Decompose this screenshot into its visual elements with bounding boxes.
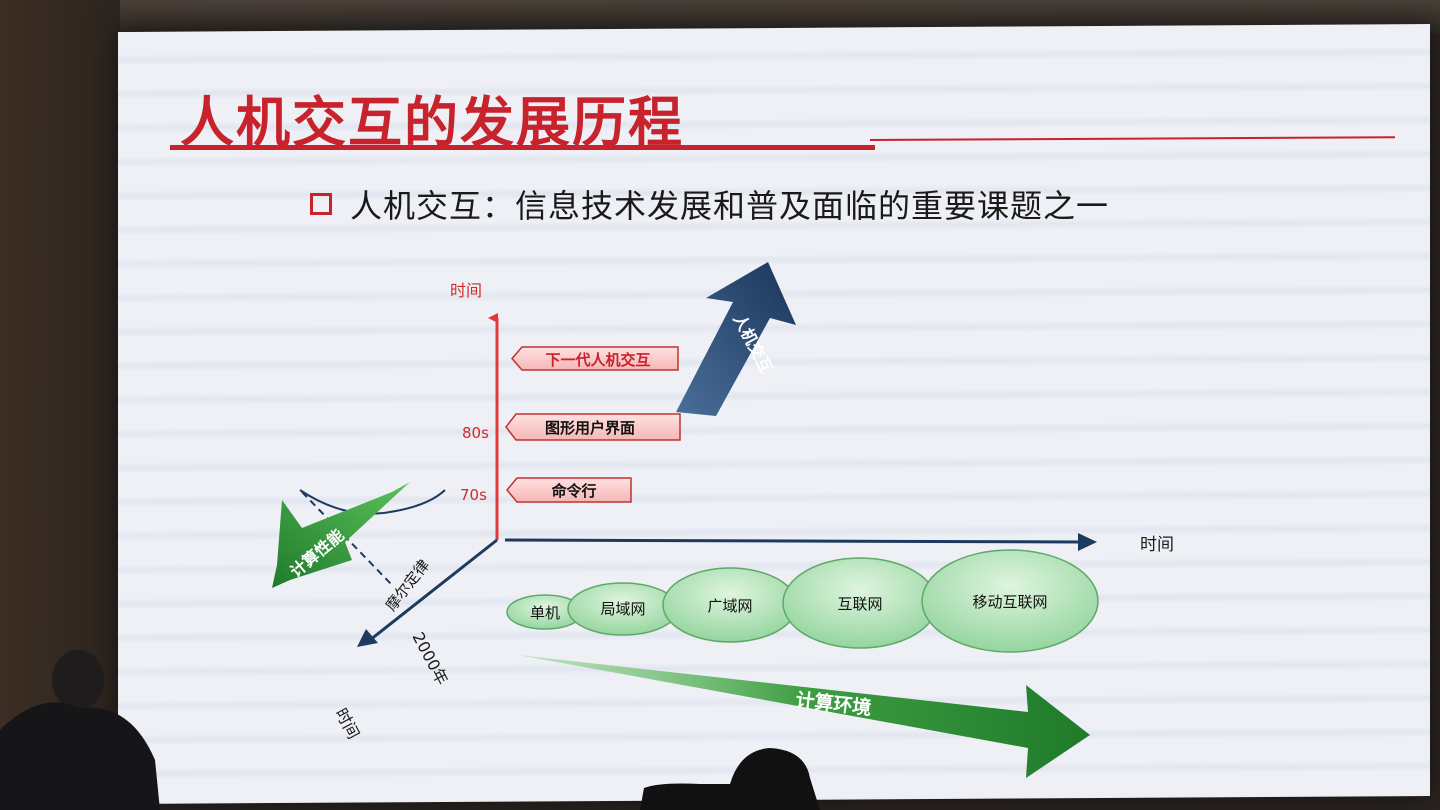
presenter-silhouette <box>0 650 160 810</box>
hci-history-diagram: 时间 80s 70s 时间 摩尔定律 2000年 时间 下一代人机交互 图形用户… <box>272 262 1174 778</box>
diagonal-time-axis <box>369 538 498 642</box>
env-label-standalone: 单机 <box>530 604 560 622</box>
env-label-wan: 广域网 <box>707 597 752 615</box>
horizontal-time-axis <box>504 538 1083 544</box>
vertical-axis-label: 时间 <box>450 281 482 300</box>
env-label-lan: 局域网 <box>600 600 645 618</box>
env-label-mobile: 移动互联网 <box>972 593 1047 611</box>
interface-cli-tag: 命令行 <box>506 477 632 503</box>
camera-silhouette <box>640 748 820 810</box>
moore-law-label: 摩尔定律 <box>382 556 433 614</box>
year-2000-label: 2000年 <box>408 629 451 688</box>
horizontal-axis-label: 时间 <box>1140 535 1174 555</box>
tick-80s: 80s <box>462 424 489 442</box>
interface-gui-tag: 图形用户界面 <box>505 413 681 441</box>
tick-70s: 70s <box>460 486 487 504</box>
interface-next-gen-label: 下一代人机交互 <box>545 351 650 369</box>
interface-cli-label: 命令行 <box>550 482 596 500</box>
interface-next-gen-tag: 下一代人机交互 <box>511 346 679 371</box>
environment-arrow-label: 计算环境 <box>794 688 872 719</box>
env-label-internet: 互联网 <box>837 595 882 613</box>
hci-arrow <box>676 262 796 416</box>
horizontal-axis-arrowhead <box>1078 533 1097 551</box>
diagonal-axis-label: 时间 <box>331 705 363 742</box>
interface-gui-label: 图形用户界面 <box>545 419 635 437</box>
